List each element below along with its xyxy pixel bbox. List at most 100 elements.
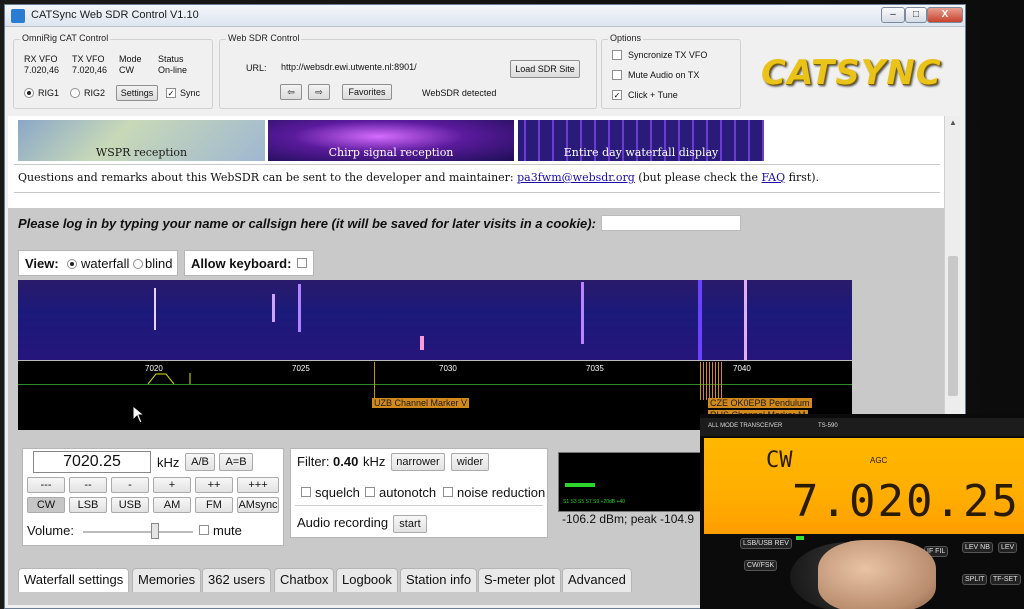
title-bar: CATSync Web SDR Control V1.10 – □ X [5,5,965,27]
filter-label: Filter: [297,454,330,469]
signal-trace [154,288,156,330]
filter-panel: Filter: 0.40 kHz narrower wider squelch … [290,448,548,538]
record-start-button[interactable]: start [393,515,427,533]
back-button[interactable]: ⇦ [280,84,302,100]
sync-checkbox[interactable]: ✓ [166,88,176,98]
load-sdr-button[interactable]: Load SDR Site [510,60,580,78]
maximize-button[interactable]: □ [905,7,927,23]
marker-line [374,362,375,400]
noise-reduction-label: noise reduction [457,485,546,500]
minimize-button[interactable]: – [881,7,905,23]
view-waterfall-radio[interactable] [67,259,77,269]
mode-fm-button[interactable]: FM [195,497,233,513]
rig2-radio[interactable] [70,88,80,98]
mute-checkbox[interactable] [199,525,209,535]
signal-trace [272,294,275,322]
url-input[interactable]: http://websdr.ewi.utwente.nl:8901/ [278,60,498,76]
signal-trace [420,336,424,350]
wspr-caption: WSPR reception [95,146,188,159]
step-down-2-button[interactable]: -- [69,477,107,493]
chirp-caption: Chirp signal reception [328,146,454,159]
wspr-thumbnail[interactable]: WSPR reception [18,120,265,161]
options-title: Options [608,33,644,43]
mouse-cursor-icon [133,406,145,424]
sync-tx-checkbox[interactable] [612,50,622,60]
tab-advanced[interactable]: Advanced [562,568,632,592]
tx-vfo-value: 7.020,46 [72,65,108,75]
tab-chatbox[interactable]: Chatbox [274,568,335,592]
wider-button[interactable]: wider [451,453,489,471]
signal-trace [698,280,702,360]
status-value: On-line [158,65,188,75]
login-prompt: Please log in by typing your name or cal… [18,216,596,231]
tab-s-meter-plot[interactable]: S-meter plot [478,568,561,592]
tab-memories[interactable]: Memories [132,568,202,592]
favorites-button[interactable]: Favorites [342,84,392,100]
day-waterfall-thumbnail[interactable]: Entire day waterfall display [518,120,764,161]
allow-keyboard-checkbox[interactable] [297,258,307,268]
tick-label: 7040 [733,364,751,373]
close-button[interactable]: X [927,7,963,23]
waterfall-display[interactable] [18,280,852,360]
tab-users[interactable]: 362 users [202,568,272,592]
transceiver-key: LSB/USB REV [740,538,792,549]
forward-button[interactable]: ⇨ [308,84,330,100]
transceiver-key: LEV NB [962,542,993,553]
transceiver-key: SPLIT [962,574,988,585]
status-label: Status [158,54,184,64]
scroll-thumb[interactable] [948,256,958,396]
scroll-up-icon[interactable]: ▲ [947,118,959,127]
email-link[interactable]: pa3fwm@websdr.org [517,171,635,184]
mute-tx-checkbox[interactable] [612,70,622,80]
divider [14,192,940,193]
narrower-button[interactable]: narrower [391,453,445,471]
signal-trace [298,284,301,332]
tx-vfo-label: TX VFO [72,54,105,64]
autonotch-checkbox[interactable] [365,487,375,497]
mode-am-button[interactable]: AM [153,497,191,513]
lcd-agc: AGC [870,456,888,465]
chirp-thumbnail[interactable]: Chirp signal reception [268,120,514,161]
view-blind-radio[interactable] [133,259,143,269]
step-down-1-button[interactable]: - [111,477,149,493]
mode-lsb-button[interactable]: LSB [69,497,107,513]
step-up-1-button[interactable]: + [153,477,191,493]
tick-label: 7030 [439,364,457,373]
tab-logbook[interactable]: Logbook [336,568,398,592]
app-icon [11,9,25,23]
mode-amsync-button[interactable]: AMsync [237,497,279,513]
frequency-input[interactable]: 7020.25 [33,451,151,473]
settings-button[interactable]: Settings [116,85,158,101]
view-blind-label: blind [145,256,173,271]
step-down-3-button[interactable]: --- [27,477,65,493]
s-meter-bar [565,483,595,487]
websdr-detected-label: WebSDR detected [422,88,497,98]
rig1-radio[interactable] [24,88,34,98]
tab-waterfall-settings[interactable]: Waterfall settings [18,568,130,592]
mode-cw-button[interactable]: CW [27,497,65,513]
tab-station-info[interactable]: Station info [400,568,478,592]
a-equals-b-button[interactable]: A=B [219,453,253,471]
ab-button[interactable]: A/B [185,453,215,471]
filter-value: 0.40 [333,454,359,469]
marker-cze[interactable]: CZE OK0EPB Pendulum [708,398,812,408]
marker-uzb[interactable]: UZB Channel Marker V [372,398,470,408]
autonotch-label: autonotch [379,485,437,500]
mode-label: Mode [119,54,142,64]
click-tune-checkbox[interactable]: ✓ [612,90,622,100]
rx-vfo-value: 7.020,46 [24,65,60,75]
step-up-3-button[interactable]: +++ [237,477,279,493]
keyboard-panel: Allow keyboard: [184,250,314,276]
faq-link[interactable]: FAQ [762,171,786,184]
squelch-checkbox[interactable] [301,487,311,497]
signal-trace [581,282,584,344]
noise-reduction-checkbox[interactable] [443,487,453,497]
mode-usb-button[interactable]: USB [111,497,149,513]
step-up-2-button[interactable]: ++ [195,477,233,493]
volume-slider[interactable] [151,523,159,539]
sync-label: Sync [180,88,201,98]
audio-recording-label: Audio recording [297,515,389,530]
callsign-input[interactable] [601,215,741,231]
mode-value: CW [119,65,134,75]
divider [14,164,940,165]
